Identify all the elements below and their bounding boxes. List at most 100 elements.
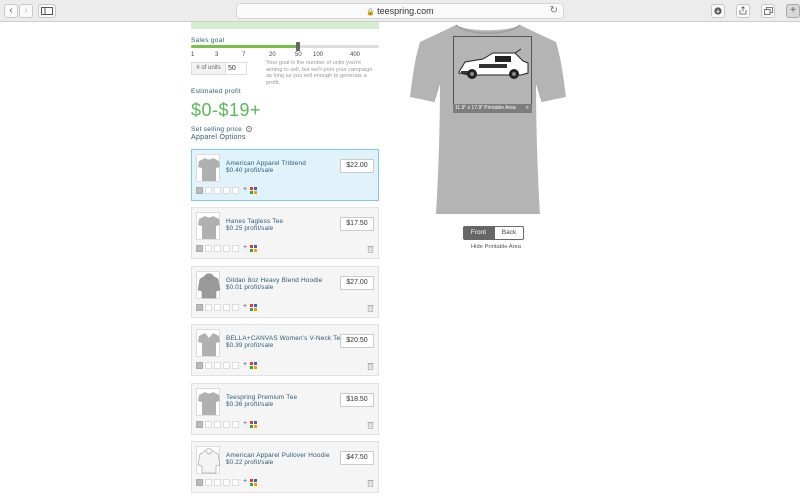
color-swatch[interactable] xyxy=(223,187,230,194)
trash-icon[interactable] xyxy=(367,421,374,431)
zoom-icon[interactable]: ⌕ xyxy=(526,104,529,113)
slider-fill xyxy=(191,45,299,48)
color-swatch[interactable] xyxy=(205,304,212,311)
color-swatch[interactable] xyxy=(205,245,212,252)
color-swatch[interactable] xyxy=(232,304,239,311)
apparel-price-input[interactable]: $20.50 xyxy=(340,334,374,348)
color-swatch[interactable] xyxy=(232,187,239,194)
apparel-price-input[interactable]: $17.50 xyxy=(340,217,374,231)
apparel-thumbnail xyxy=(196,271,221,299)
color-swatch[interactable] xyxy=(223,245,230,252)
apparel-profit: $0.40 profit/sale xyxy=(226,167,274,174)
apparel-card[interactable]: American Apparel Pullover Hoodie $0.22 pr… xyxy=(191,441,379,493)
apparel-thumbnail xyxy=(196,154,220,182)
new-tab-icon[interactable]: + xyxy=(786,4,800,18)
color-swatch[interactable] xyxy=(205,421,212,428)
chevron-right-icon[interactable]: › xyxy=(19,4,33,18)
color-picker-icon[interactable] xyxy=(250,479,257,486)
apparel-name: BELLA+CANVAS Women's V-Neck Tee xyxy=(226,335,345,342)
back-button[interactable]: Back xyxy=(494,226,524,240)
color-picker-icon[interactable] xyxy=(250,362,257,369)
color-swatch[interactable] xyxy=(232,245,239,252)
units-input[interactable]: 50 xyxy=(228,63,236,74)
color-swatch[interactable] xyxy=(214,421,221,428)
tabs-icon[interactable] xyxy=(761,4,775,18)
apparel-card[interactable]: Teespring Premium Tee $0.36 profit/sale $1… xyxy=(191,383,379,435)
slider-handle[interactable] xyxy=(296,42,301,51)
plus-icon[interactable]: + xyxy=(243,244,247,251)
color-picker-icon[interactable] xyxy=(250,304,257,311)
plus-icon[interactable]: + xyxy=(243,361,247,368)
plus-icon[interactable]: + xyxy=(243,478,247,485)
color-swatch[interactable] xyxy=(196,304,203,311)
color-swatch[interactable] xyxy=(205,362,212,369)
color-swatch[interactable] xyxy=(214,362,221,369)
color-swatch[interactable] xyxy=(232,362,239,369)
apparel-price-input[interactable]: $22.00 xyxy=(340,159,374,173)
color-swatch[interactable] xyxy=(196,187,203,194)
color-swatch[interactable] xyxy=(214,245,221,252)
color-swatch[interactable] xyxy=(232,421,239,428)
color-picker-icon[interactable] xyxy=(250,421,257,428)
chevron-left-icon[interactable]: ‹ xyxy=(4,4,18,18)
color-swatch[interactable] xyxy=(214,304,221,311)
hide-printable-area-link[interactable]: Hide Printable Area xyxy=(471,244,521,250)
apparel-card[interactable]: BELLA+CANVAS Women's V-Neck Tee $0.39 pro… xyxy=(191,324,379,376)
printable-area-text: 11.9" x 17.9" Printable Area xyxy=(455,105,516,111)
color-swatch[interactable] xyxy=(214,479,221,486)
color-swatch[interactable] xyxy=(223,479,230,486)
apparel-name: American Apparel Triblend xyxy=(226,160,306,167)
color-swatch[interactable] xyxy=(196,362,203,369)
front-button[interactable]: Front xyxy=(463,226,494,240)
selling-price-label: Set selling price ? xyxy=(191,126,253,133)
color-picker-icon[interactable] xyxy=(250,187,257,194)
plus-icon[interactable]: + xyxy=(243,186,247,193)
color-swatch[interactable] xyxy=(223,421,230,428)
trash-icon[interactable] xyxy=(367,362,374,372)
color-swatch[interactable] xyxy=(196,421,203,428)
share-icon[interactable] xyxy=(736,4,750,18)
apparel-name: Gildan 8oz Heavy Blend Hoodie xyxy=(226,277,323,284)
sales-goal-slider[interactable] xyxy=(191,42,379,51)
color-picker-icon[interactable] xyxy=(250,245,257,252)
estimated-profit-label: Estimated profit xyxy=(191,88,241,95)
units-input-group: # of units 50 xyxy=(191,62,247,75)
address-bar[interactable]: 🔒 teespring.com ↻ xyxy=(236,3,564,19)
apparel-price-input[interactable]: $27.00 xyxy=(340,276,374,290)
color-swatch[interactable] xyxy=(214,187,221,194)
trash-icon[interactable] xyxy=(367,479,374,489)
lock-icon: 🔒 xyxy=(366,9,376,16)
download-icon[interactable] xyxy=(711,4,725,18)
question-circle-icon[interactable]: ? xyxy=(246,126,253,133)
plus-icon[interactable]: + xyxy=(243,420,247,427)
color-swatch[interactable] xyxy=(232,479,239,486)
apparel-thumbnail xyxy=(196,446,221,474)
apparel-name: Teespring Premium Tee xyxy=(226,394,298,401)
plus-icon[interactable]: + xyxy=(243,303,247,310)
trash-icon[interactable] xyxy=(367,245,374,255)
apparel-name: American Apparel Pullover Hoodie xyxy=(226,452,330,459)
sidebar-icon[interactable] xyxy=(38,4,56,18)
printable-area[interactable] xyxy=(453,36,532,113)
apparel-price-input[interactable]: $18.50 xyxy=(340,393,374,407)
color-swatch[interactable] xyxy=(205,479,212,486)
apparel-card[interactable]: Gildan 8oz Heavy Blend Hoodie $0.01 profi… xyxy=(191,266,379,318)
reload-icon[interactable]: ↻ xyxy=(550,4,558,18)
apparel-price-input[interactable]: $47.50 xyxy=(340,451,374,465)
color-swatch[interactable] xyxy=(223,304,230,311)
color-swatch[interactable] xyxy=(205,187,212,194)
apparel-profit: $0.22 profit/sale xyxy=(226,459,274,466)
apparel-card[interactable]: Hanes Tagless Tee $0.25 profit/sale $17.50… xyxy=(191,207,379,259)
printable-area-label: 11.9" x 17.9" Printable Area ⌕ xyxy=(453,104,532,113)
trash-icon[interactable] xyxy=(367,304,374,314)
url-text: teespring.com xyxy=(377,6,434,16)
color-swatch[interactable] xyxy=(196,479,203,486)
car-design-image xyxy=(458,48,529,79)
apparel-card[interactable]: American Apparel Triblend $0.40 profit/sa… xyxy=(191,149,379,201)
status-banner xyxy=(191,22,379,29)
slider-tick: 400 xyxy=(350,52,361,58)
apparel-profit: $0.39 profit/sale xyxy=(226,342,274,349)
sales-goal-help: Your goal is the number of units you're … xyxy=(266,60,373,86)
color-swatch[interactable] xyxy=(223,362,230,369)
color-swatch[interactable] xyxy=(196,245,203,252)
